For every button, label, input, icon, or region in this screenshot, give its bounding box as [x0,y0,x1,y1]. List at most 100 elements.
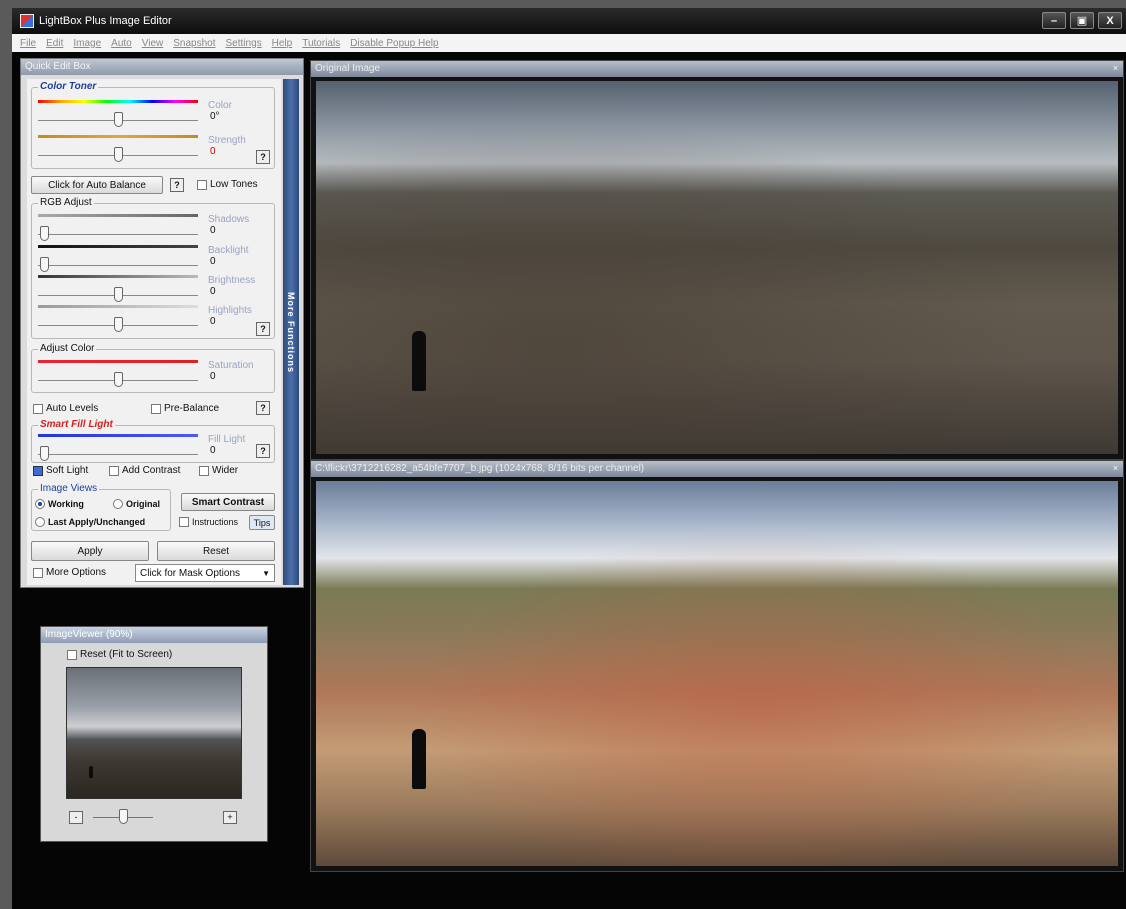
highlights-thumb[interactable] [114,317,123,332]
fill-light-label: Fill Light [208,434,246,445]
pre-balance-box[interactable] [151,403,161,414]
auto-balance-button[interactable]: Click for Auto Balance [31,176,163,194]
menu-tutorials[interactable]: Tutorials [302,38,340,49]
wider-box[interactable] [199,465,209,476]
brightness-label: Brightness [208,275,256,286]
app-window: LightBox Plus Image Editor – ▣ X File Ed… [12,8,1126,909]
smart-fill-help-button[interactable]: ? [256,444,270,458]
color-slider[interactable]: Color 0° [38,100,274,132]
menu-file[interactable]: File [20,38,36,49]
quick-edit-body: Color Toner Color 0° Strength 0 ? Click … [27,79,281,585]
mask-options-select[interactable]: Click for Mask Options ▼ [135,564,275,582]
add-contrast-box[interactable] [109,465,119,476]
soft-light-box[interactable] [33,465,43,476]
low-tones-checkbox[interactable]: Low Tones [197,179,258,190]
original-photo[interactable] [316,81,1118,454]
viewer-thumbnail[interactable] [66,667,242,799]
instructions-box[interactable] [179,517,189,527]
last-apply-label: Last Apply/Unchanged [48,517,146,527]
smart-contrast-button[interactable]: Smart Contrast [181,493,275,511]
shadows-thumb[interactable] [40,226,49,241]
maximize-button[interactable]: ▣ [1070,12,1094,29]
menu-view[interactable]: View [142,38,164,49]
last-apply-radio[interactable]: Last Apply/Unchanged [35,517,145,527]
pre-balance-checkbox[interactable]: Pre-Balance [151,403,219,414]
shadows-track [38,234,198,235]
zoom-out-button[interactable]: - [69,811,83,824]
auto-balance-help-button[interactable]: ? [170,178,184,192]
menu-image[interactable]: Image [73,38,101,49]
saturation-slider[interactable]: Saturation 0 [38,360,274,392]
close-button[interactable]: X [1098,12,1122,29]
color-value: 0° [210,111,220,122]
more-options-checkbox[interactable]: More Options [33,567,106,578]
shadows-gradient [38,214,198,217]
backlight-gradient [38,245,198,248]
menu-snapshot[interactable]: Snapshot [173,38,215,49]
more-options-box[interactable] [33,567,43,578]
highlights-label: Highlights [208,305,252,316]
strength-thumb[interactable] [114,147,123,162]
rgb-adjust-group: RGB Adjust Shadows 0 Backlight 0 Brightn… [31,197,275,339]
reset-fit-label: Reset (Fit to Screen) [80,649,173,660]
original-radio[interactable]: Original [113,499,160,509]
working-radio-dot[interactable] [35,499,45,509]
rgb-adjust-help-button[interactable]: ? [256,322,270,336]
auto-levels-checkbox[interactable]: Auto Levels [33,403,98,414]
menu-settings[interactable]: Settings [226,38,262,49]
last-apply-radio-dot[interactable] [35,517,45,527]
menu-help[interactable]: Help [272,38,293,49]
brightness-slider[interactable]: Brightness 0 [38,275,274,307]
menu-edit[interactable]: Edit [46,38,63,49]
more-functions-tab[interactable]: More Functions [283,79,299,585]
minimize-button[interactable]: – [1042,12,1066,29]
color-thumb[interactable] [114,112,123,127]
strength-slider[interactable]: Strength 0 [38,135,274,167]
close-icon[interactable]: × [1110,463,1121,474]
reset-fit-box[interactable] [67,649,77,660]
add-contrast-checkbox[interactable]: Add Contrast [109,465,180,476]
zoom-thumb[interactable] [119,809,128,824]
edited-image-pane: C:\flickr\3712216282_a54bfe7707_b.jpg (1… [310,460,1124,872]
shadows-slider[interactable]: Shadows 0 [38,214,274,246]
brightness-thumb[interactable] [114,287,123,302]
saturation-label: Saturation [208,360,254,371]
color-toner-help-button[interactable]: ? [256,150,270,164]
smart-fill-group: Smart Fill Light Fill Light 0 ? [31,419,275,466]
fill-light-thumb[interactable] [40,446,49,461]
backlight-slider[interactable]: Backlight 0 [38,245,274,277]
backlight-thumb[interactable] [40,257,49,272]
instructions-checkbox[interactable]: Instructions [179,517,238,527]
saturation-value: 0 [210,371,216,382]
fill-light-gradient [38,434,198,437]
shadows-value: 0 [210,225,216,236]
original-photo-person [412,331,426,391]
menu-disable-popup-help[interactable]: Disable Popup Help [350,38,438,49]
edited-photo[interactable] [316,481,1118,866]
zoom-in-button[interactable]: + [223,811,237,824]
apply-button[interactable]: Apply [31,541,149,561]
saturation-thumb[interactable] [114,372,123,387]
reset-button[interactable]: Reset [157,541,275,561]
reset-fit-checkbox[interactable]: Reset (Fit to Screen) [67,649,172,660]
highlights-slider[interactable]: Highlights 0 [38,305,274,337]
thumbnail-person [89,766,93,778]
soft-light-label: Soft Light [46,465,89,476]
saturation-gradient [38,360,198,363]
wider-checkbox[interactable]: Wider [199,465,238,476]
tips-button[interactable]: Tips [249,515,275,530]
pre-balance-help-button[interactable]: ? [256,401,270,415]
auto-levels-box[interactable] [33,403,43,414]
original-radio-dot[interactable] [113,499,123,509]
brightness-value: 0 [210,286,216,297]
soft-light-checkbox[interactable]: Soft Light [33,465,88,476]
working-radio[interactable]: Working [35,499,84,509]
pre-balance-label: Pre-Balance [164,403,220,414]
fill-light-slider[interactable]: Fill Light 0 [38,434,274,466]
quick-edit-title: Quick Edit Box [21,59,303,75]
low-tones-box[interactable] [197,179,207,190]
edited-pane-title: C:\flickr\3712216282_a54bfe7707_b.jpg (1… [311,461,1123,477]
close-icon[interactable]: × [1110,63,1121,74]
image-viewer-title: ImageViewer (90%) [41,627,267,643]
menu-auto[interactable]: Auto [111,38,132,49]
